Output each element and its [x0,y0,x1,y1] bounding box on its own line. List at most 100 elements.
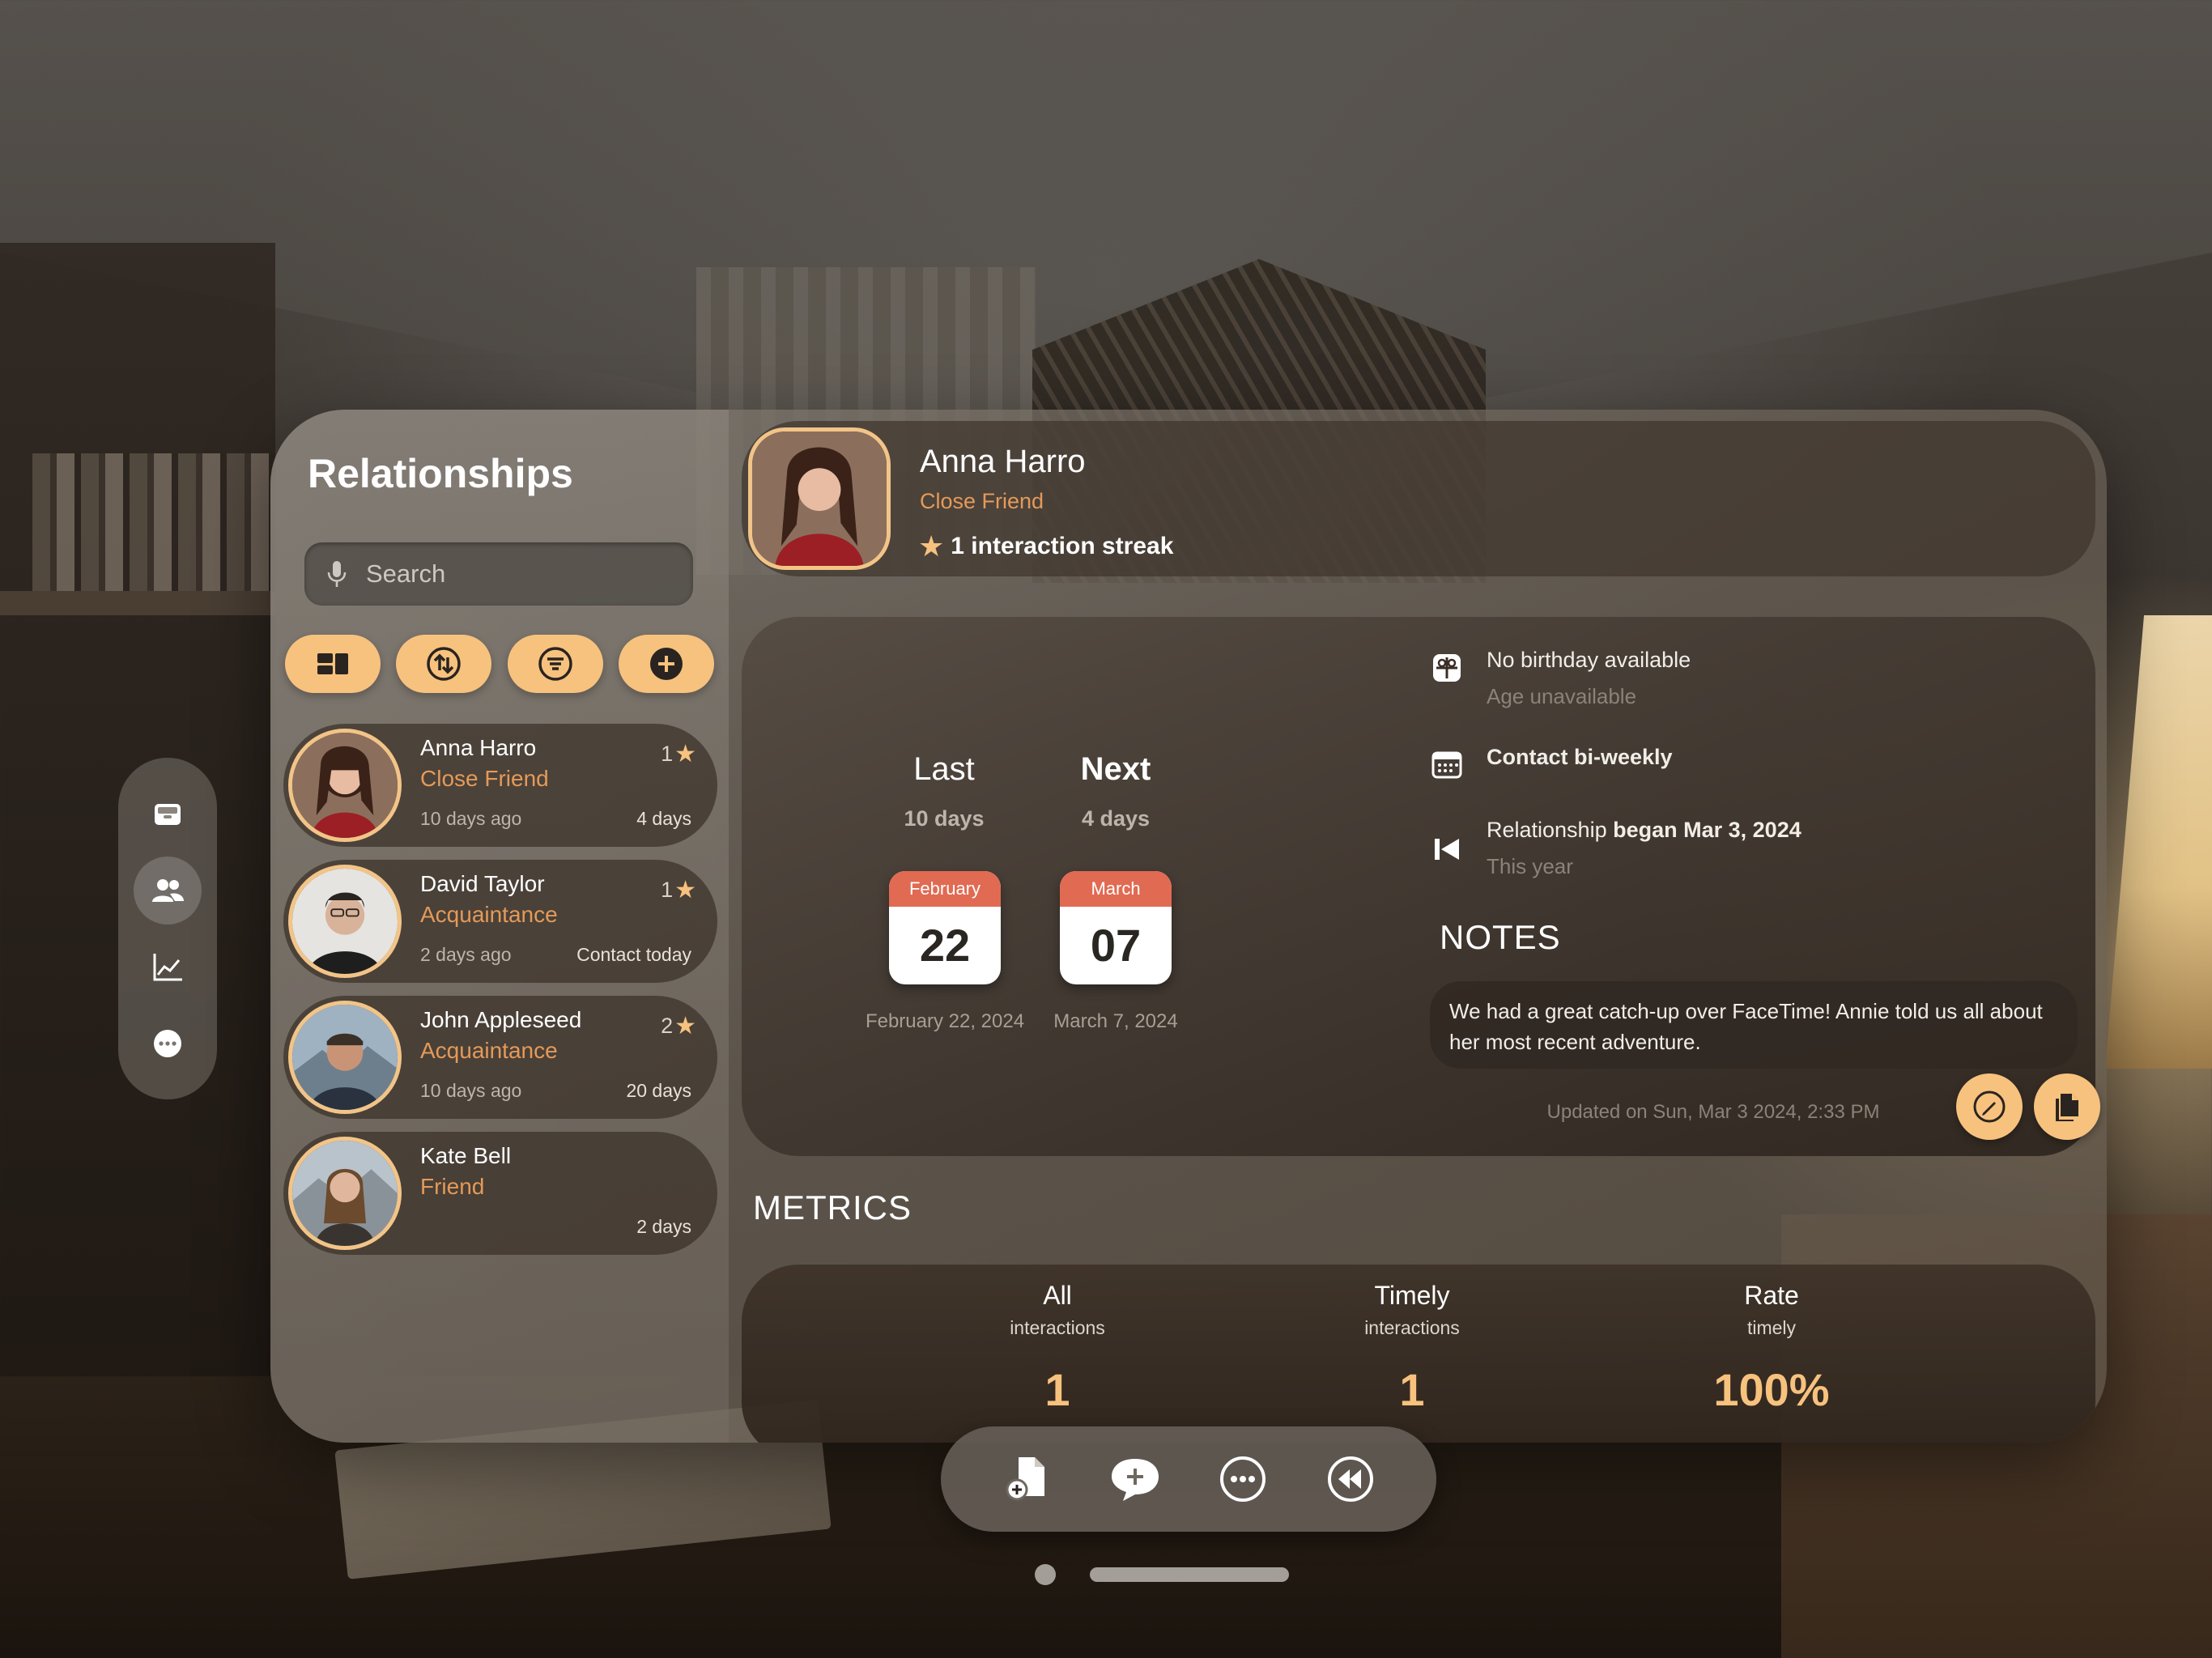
metric-title: Timely [1374,1281,1450,1310]
contact-list: Anna Harro Close Friend 10 days ago 4 da… [283,724,717,1268]
layout-icon [317,653,348,674]
tab-bar-ornament [118,758,217,1099]
tab-inbox[interactable] [134,780,202,848]
contact-frequency: Contact bi-weekly [1487,745,1673,769]
streak-count: 2 [661,1014,674,1038]
layout-button[interactable] [285,635,381,693]
metric-sub: interactions [1364,1317,1460,1338]
calendar-month: February [889,871,1001,907]
sidebar-toolbar [285,635,714,693]
more-icon [1219,1456,1266,1502]
search-input[interactable] [366,559,657,589]
rewind-icon [1327,1456,1373,1502]
contact-relationship: Acquaintance [420,1038,558,1063]
contact-row[interactable]: David Taylor Acquaintance 2 days ago Con… [283,860,717,983]
tab-more[interactable] [134,1010,202,1078]
tab-people[interactable] [134,856,202,925]
search-field[interactable] [304,542,693,606]
rewind-button[interactable] [1320,1448,1381,1510]
contact-relationship: Close Friend [920,489,1044,513]
star-icon: ★ [674,877,696,903]
sidebar: Relationships Anna Har [270,410,729,1443]
metric-sub: timely [1746,1317,1797,1338]
contact-row[interactable]: Anna Harro Close Friend 10 days ago 4 da… [283,724,717,847]
contact-name: David Taylor [420,871,545,896]
filter-icon [538,647,572,681]
avatar-image [752,432,887,566]
next-label: Next [1080,751,1151,787]
contact-relationship: Friend [420,1174,485,1199]
microphone-icon[interactable] [325,559,348,589]
contact-info-card: Last 10 days Next 4 days February 22 Mar… [742,617,2100,1156]
sort-button[interactable] [396,635,492,693]
metric-value: 1 [1044,1364,1070,1415]
streak-count: 1 [661,742,674,766]
add-document-button[interactable] [997,1448,1058,1510]
close-handle[interactable] [1035,1564,1056,1585]
metric-value: 100% [1713,1364,1830,1415]
add-contact-button[interactable] [618,635,714,693]
edit-note-button[interactable] [1956,1073,2023,1140]
next-calendar-icon[interactable]: March 07 [1060,871,1172,984]
avatar-image [292,1005,398,1110]
avatar [288,1001,402,1114]
background-lamp [2105,615,2212,1069]
contact-row[interactable]: John Appleseed Acquaintance 10 days ago … [283,996,717,1119]
birthday-title: No birthday available [1487,648,1691,672]
add-icon [649,648,683,680]
star-icon: ★ [674,1013,696,1039]
streak-text: 1 interaction streak [951,533,1174,559]
contact-name: Kate Bell [420,1143,512,1168]
contact-last: 10 days ago [420,808,522,829]
main-window: Relationships Anna Har [270,410,2107,1443]
contact-name: Anna Harro [420,735,537,760]
metric-timely: Timely interactions 1 [1291,1281,1534,1416]
add-message-button[interactable] [1104,1448,1166,1510]
filter-button[interactable] [507,635,603,693]
pencil-circle-icon [1973,1090,2006,1123]
avatar-image [292,733,398,838]
birthday-row: No birthday available Age unavailable [1430,648,1691,709]
avatar [288,729,402,842]
chart-line-icon [153,954,182,981]
relationship-began-row: Relationship began Mar 3, 2024 This year [1430,818,1802,879]
age-text: Age unavailable [1487,684,1637,708]
contact-name: John Appleseed [420,1007,582,1032]
copy-note-button[interactable] [2034,1073,2100,1140]
tab-charts[interactable] [134,933,202,1001]
began-sub: This year [1487,854,1573,878]
metric-rate: Rate timely 100% [1650,1281,1893,1416]
contact-last: 2 days ago [420,944,512,965]
inbox-tray-icon [155,804,181,826]
contact-name-title: Anna Harro [920,444,1086,479]
contact-due: 20 days [626,1080,691,1101]
avatar-image [292,1141,398,1246]
background-books [32,453,275,607]
add-document-icon [1006,1457,1044,1501]
bottom-toolbar [941,1426,1436,1532]
note-bubble[interactable]: We had a great catch-up over FaceTime! A… [1430,981,2078,1069]
window-grab-bar[interactable] [1090,1567,1289,1582]
metric-value: 1 [1399,1364,1425,1415]
avatar-large[interactable] [748,427,891,570]
notes-title: NOTES [1440,918,1561,956]
calendar-icon [1431,751,1462,779]
documents-icon [2056,1094,2078,1121]
metrics-title: METRICS [753,1188,912,1226]
calendar-day: 07 [1090,920,1142,971]
streak-badge: ★ 1 interaction streak [918,529,1173,563]
contact-row[interactable]: Kate Bell Friend 2 days [283,1132,717,1255]
calendar-month: March [1060,871,1172,907]
sidebar-title: Relationships [308,451,573,496]
contact-due: 4 days [636,808,691,829]
last-calendar-icon[interactable]: February 22 [889,871,1001,984]
streak-count: 1 [661,878,674,902]
metric-title: All [1043,1281,1072,1310]
more-button[interactable] [1212,1448,1274,1510]
last-date: February 22, 2024 [865,1010,1025,1032]
background-ceiling [0,0,2212,421]
contact-streak: 1 ★ [661,740,696,768]
contact-relationship: Acquaintance [420,902,558,927]
metric-title: Rate [1744,1281,1799,1310]
contact-streak: 1 ★ [661,876,696,904]
